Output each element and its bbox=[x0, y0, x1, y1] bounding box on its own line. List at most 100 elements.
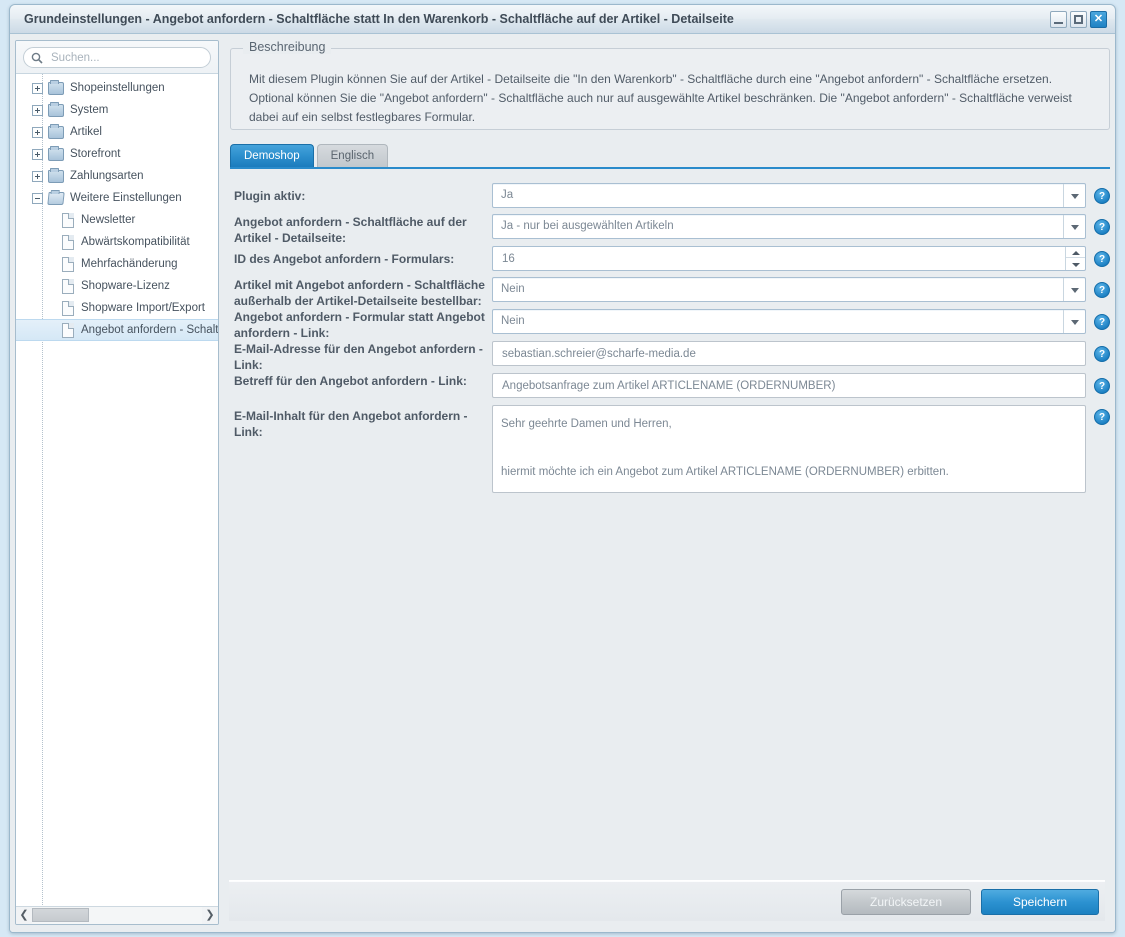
text-field[interactable] bbox=[492, 341, 1086, 366]
help-icon[interactable]: ? bbox=[1094, 251, 1110, 267]
dropdown[interactable]: Nein bbox=[492, 277, 1086, 302]
description-text: Mit diesem Plugin können Sie auf der Art… bbox=[249, 72, 1072, 124]
help-icon[interactable]: ? bbox=[1094, 219, 1110, 235]
field-control: Ja bbox=[492, 183, 1086, 208]
document-icon bbox=[62, 300, 74, 316]
field-label: Betreff für den Angebot anfordern - Link… bbox=[234, 374, 467, 388]
minimize-button[interactable] bbox=[1050, 11, 1067, 28]
textarea-field[interactable] bbox=[492, 405, 1086, 493]
dropdown-value: Ja bbox=[501, 189, 514, 201]
help-icon[interactable]: ? bbox=[1094, 188, 1110, 204]
field-label: ID des Angebot anfordern - Formulars: bbox=[234, 252, 455, 266]
help-icon[interactable]: ? bbox=[1094, 282, 1110, 298]
expand-plus-icon[interactable] bbox=[32, 148, 43, 160]
tree-item[interactable]: Artikel bbox=[16, 121, 218, 143]
expand-plus-icon[interactable] bbox=[32, 82, 43, 94]
expand-plus-icon[interactable] bbox=[32, 170, 43, 182]
tree-item-label: Shopware-Lizenz bbox=[81, 280, 170, 292]
help-icon[interactable]: ? bbox=[1094, 314, 1110, 330]
description-legend: Beschreibung bbox=[243, 40, 332, 54]
field-control: Nein bbox=[492, 309, 1086, 334]
dropdown[interactable]: Ja - nur bei ausgewählten Artikeln bbox=[492, 214, 1086, 239]
tree-item-label: Weitere Einstellungen bbox=[70, 192, 182, 204]
form-row: E-Mail-Inhalt für den Angebot anfordern … bbox=[230, 405, 1110, 493]
form-row: Angebot anfordern - Formular statt Angeb… bbox=[230, 309, 1110, 340]
tree-item[interactable]: Mehrfachänderung bbox=[16, 253, 218, 275]
tree-item[interactable]: Weitere Einstellungen bbox=[16, 187, 218, 209]
tree-item[interactable]: Shopware Import/Export bbox=[16, 297, 218, 319]
sidebar-horizontal-scrollbar[interactable]: ❮ ❯ bbox=[16, 906, 218, 924]
chevron-down-icon[interactable] bbox=[1063, 184, 1085, 207]
document-icon bbox=[62, 322, 74, 338]
form-row: Betreff für den Angebot anfordern - Link… bbox=[230, 373, 1110, 398]
number-spinner[interactable] bbox=[492, 246, 1086, 271]
expand-plus-icon[interactable] bbox=[32, 104, 43, 116]
field-control bbox=[492, 373, 1086, 398]
sidebar-search-wrap bbox=[16, 41, 218, 74]
spinner-down-icon[interactable] bbox=[1066, 259, 1085, 270]
field-label: Angebot anfordern - Formular statt Angeb… bbox=[234, 310, 485, 340]
dropdown-value: Nein bbox=[501, 283, 525, 295]
field-label: Angebot anfordern - Schaltfläche auf der… bbox=[234, 215, 467, 245]
save-button[interactable]: Speichern bbox=[981, 889, 1099, 915]
folder-icon bbox=[48, 167, 64, 183]
spinner-up-icon[interactable] bbox=[1066, 247, 1085, 258]
tree-item-label: System bbox=[70, 104, 109, 116]
tree-item-label: Shopware Import/Export bbox=[81, 302, 206, 314]
tree-item[interactable]: System bbox=[16, 99, 218, 121]
content-area: Beschreibung Mit diesem Plugin können Si… bbox=[224, 40, 1110, 926]
field-control: Ja - nur bei ausgewählten Artikeln bbox=[492, 214, 1086, 239]
tree-item[interactable]: Abwärtskompatibilität bbox=[16, 231, 218, 253]
field-label: Artikel mit Angebot anfordern - Schaltfl… bbox=[234, 278, 485, 308]
chevron-down-icon[interactable] bbox=[1063, 278, 1085, 301]
chevron-down-icon[interactable] bbox=[1063, 215, 1085, 238]
tree-item[interactable]: Storefront bbox=[16, 143, 218, 165]
help-icon[interactable]: ? bbox=[1094, 409, 1110, 425]
document-icon bbox=[62, 278, 74, 294]
text-input[interactable] bbox=[500, 374, 1079, 397]
scroll-right-arrow[interactable]: ❯ bbox=[202, 907, 218, 924]
tree-item[interactable]: Shopware-Lizenz bbox=[16, 275, 218, 297]
search-box[interactable] bbox=[23, 47, 211, 68]
tree-item[interactable]: Newsletter bbox=[16, 209, 218, 231]
tab-demoshop[interactable]: Demoshop bbox=[230, 144, 314, 167]
folder-icon bbox=[47, 191, 65, 205]
window-body: Shopeinstellungen System Artikel Storefront… bbox=[10, 34, 1115, 932]
spinner-buttons bbox=[1065, 247, 1085, 270]
tab-englisch[interactable]: Englisch bbox=[316, 144, 389, 167]
tree-item[interactable]: Angebot anfordern - Schaltfläche bbox=[16, 319, 218, 341]
help-icon[interactable]: ? bbox=[1094, 378, 1110, 394]
chevron-down-icon[interactable] bbox=[1063, 310, 1085, 333]
maximize-button[interactable] bbox=[1070, 11, 1087, 28]
document-icon bbox=[62, 212, 74, 228]
text-input[interactable] bbox=[500, 342, 1079, 365]
expand-plus-icon[interactable] bbox=[32, 126, 43, 138]
scrollbar-track[interactable] bbox=[32, 907, 202, 924]
spinner-input[interactable] bbox=[500, 247, 1059, 270]
scroll-left-arrow[interactable]: ❮ bbox=[16, 907, 32, 924]
form-row: ID des Angebot anfordern - Formulars:? bbox=[230, 246, 1110, 271]
sidebar-panel: Shopeinstellungen System Artikel Storefront… bbox=[15, 40, 219, 925]
folder-icon bbox=[48, 79, 64, 95]
help-icon[interactable]: ? bbox=[1094, 346, 1110, 362]
collapse-minus-icon[interactable] bbox=[32, 192, 43, 204]
window-title: Grundeinstellungen - Angebot anfordern -… bbox=[24, 12, 734, 26]
footer-toolbar: Zurücksetzen Speichern bbox=[229, 880, 1105, 921]
text-field[interactable] bbox=[492, 373, 1086, 398]
tree-item[interactable]: Shopeinstellungen bbox=[16, 77, 218, 99]
reset-button[interactable]: Zurücksetzen bbox=[841, 889, 971, 915]
dropdown[interactable]: Ja bbox=[492, 183, 1086, 208]
tree-item[interactable]: Zahlungsarten bbox=[16, 165, 218, 187]
tree-item-label: Angebot anfordern - Schaltfläche bbox=[81, 324, 218, 336]
form-row: Artikel mit Angebot anfordern - Schaltfl… bbox=[230, 277, 1110, 308]
window-titlebar: Grundeinstellungen - Angebot anfordern -… bbox=[10, 5, 1115, 34]
dropdown[interactable]: Nein bbox=[492, 309, 1086, 334]
search-input[interactable] bbox=[49, 48, 204, 67]
field-control bbox=[492, 405, 1086, 493]
close-button[interactable]: ✕ bbox=[1090, 11, 1107, 28]
scrollbar-thumb[interactable] bbox=[32, 908, 89, 922]
form-row: E-Mail-Adresse für den Angebot anfordern… bbox=[230, 341, 1110, 372]
settings-tree: Shopeinstellungen System Artikel Storefront… bbox=[16, 74, 218, 905]
textarea-input[interactable] bbox=[499, 410, 1081, 489]
field-control bbox=[492, 341, 1086, 366]
